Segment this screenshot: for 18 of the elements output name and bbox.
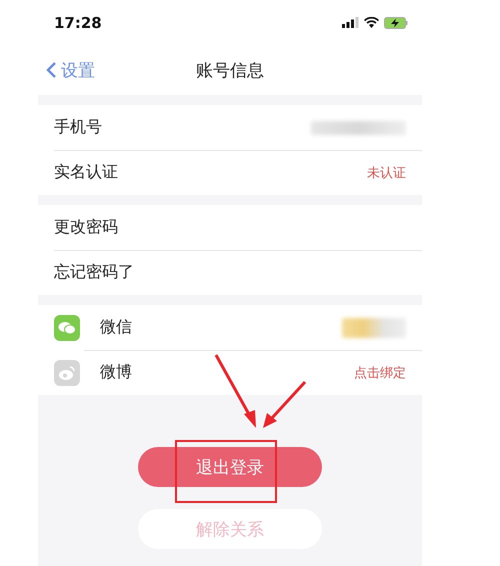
battery-icon [384, 16, 408, 28]
blurred-value [342, 318, 406, 338]
chat-bubbles-icon [54, 314, 80, 340]
settings-row[interactable]: 实名认证 未认证 [38, 150, 422, 195]
row-value: 未认证 [367, 164, 406, 182]
eye-swirl-icon [54, 360, 80, 386]
wifi-icon [364, 17, 379, 28]
settings-row[interactable]: 微博 点击绑定 [38, 350, 422, 395]
status-time: 17:28 [54, 14, 102, 32]
annotation-arrow [263, 380, 306, 428]
settings-row[interactable]: 忘记密码了 [38, 250, 422, 295]
back-chevron-icon [46, 61, 57, 79]
settings-row[interactable]: 微信 [38, 305, 422, 350]
signal-icon [342, 17, 359, 28]
settings-row[interactable]: 更改密码 [38, 205, 422, 250]
row-value: 点击绑定 [354, 364, 406, 382]
page-title: 账号信息 [196, 60, 264, 80]
settings-row[interactable]: 手机号 [38, 105, 422, 150]
